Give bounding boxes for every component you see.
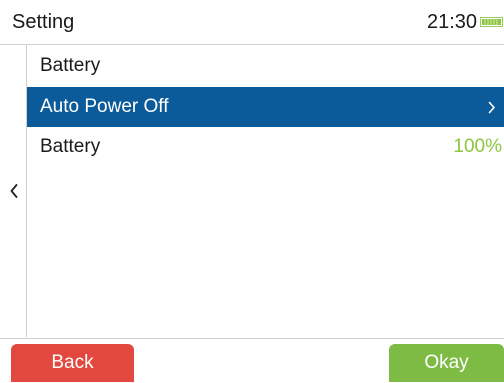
battery-level-value: 100%	[453, 136, 502, 157]
menu-section-header: Battery	[27, 45, 504, 87]
menu-item-battery[interactable]: Battery 100%	[27, 127, 504, 167]
menu-item-label: Auto Power Off	[40, 96, 169, 117]
back-rail[interactable]	[0, 45, 27, 337]
status-bar: Setting 21:30	[0, 0, 504, 45]
chevron-left-icon[interactable]	[9, 182, 19, 200]
chevron-right-icon	[488, 101, 495, 114]
settings-menu: Battery Auto Power Off Battery 100%	[27, 45, 504, 167]
page-title: Setting	[12, 11, 75, 33]
settings-screen: Setting 21:30 Battery Auto Power Off Bat	[0, 0, 504, 383]
menu-item-auto-power-off[interactable]: Auto Power Off	[27, 87, 504, 127]
back-button[interactable]: Back	[11, 344, 134, 382]
footer-bar: Back Okay	[0, 338, 504, 383]
menu-item-label: Battery	[40, 136, 101, 157]
section-header-label: Battery	[40, 55, 101, 76]
battery-full-icon	[480, 17, 503, 27]
clock-time: 21:30	[427, 11, 478, 33]
okay-button[interactable]: Okay	[389, 344, 504, 382]
